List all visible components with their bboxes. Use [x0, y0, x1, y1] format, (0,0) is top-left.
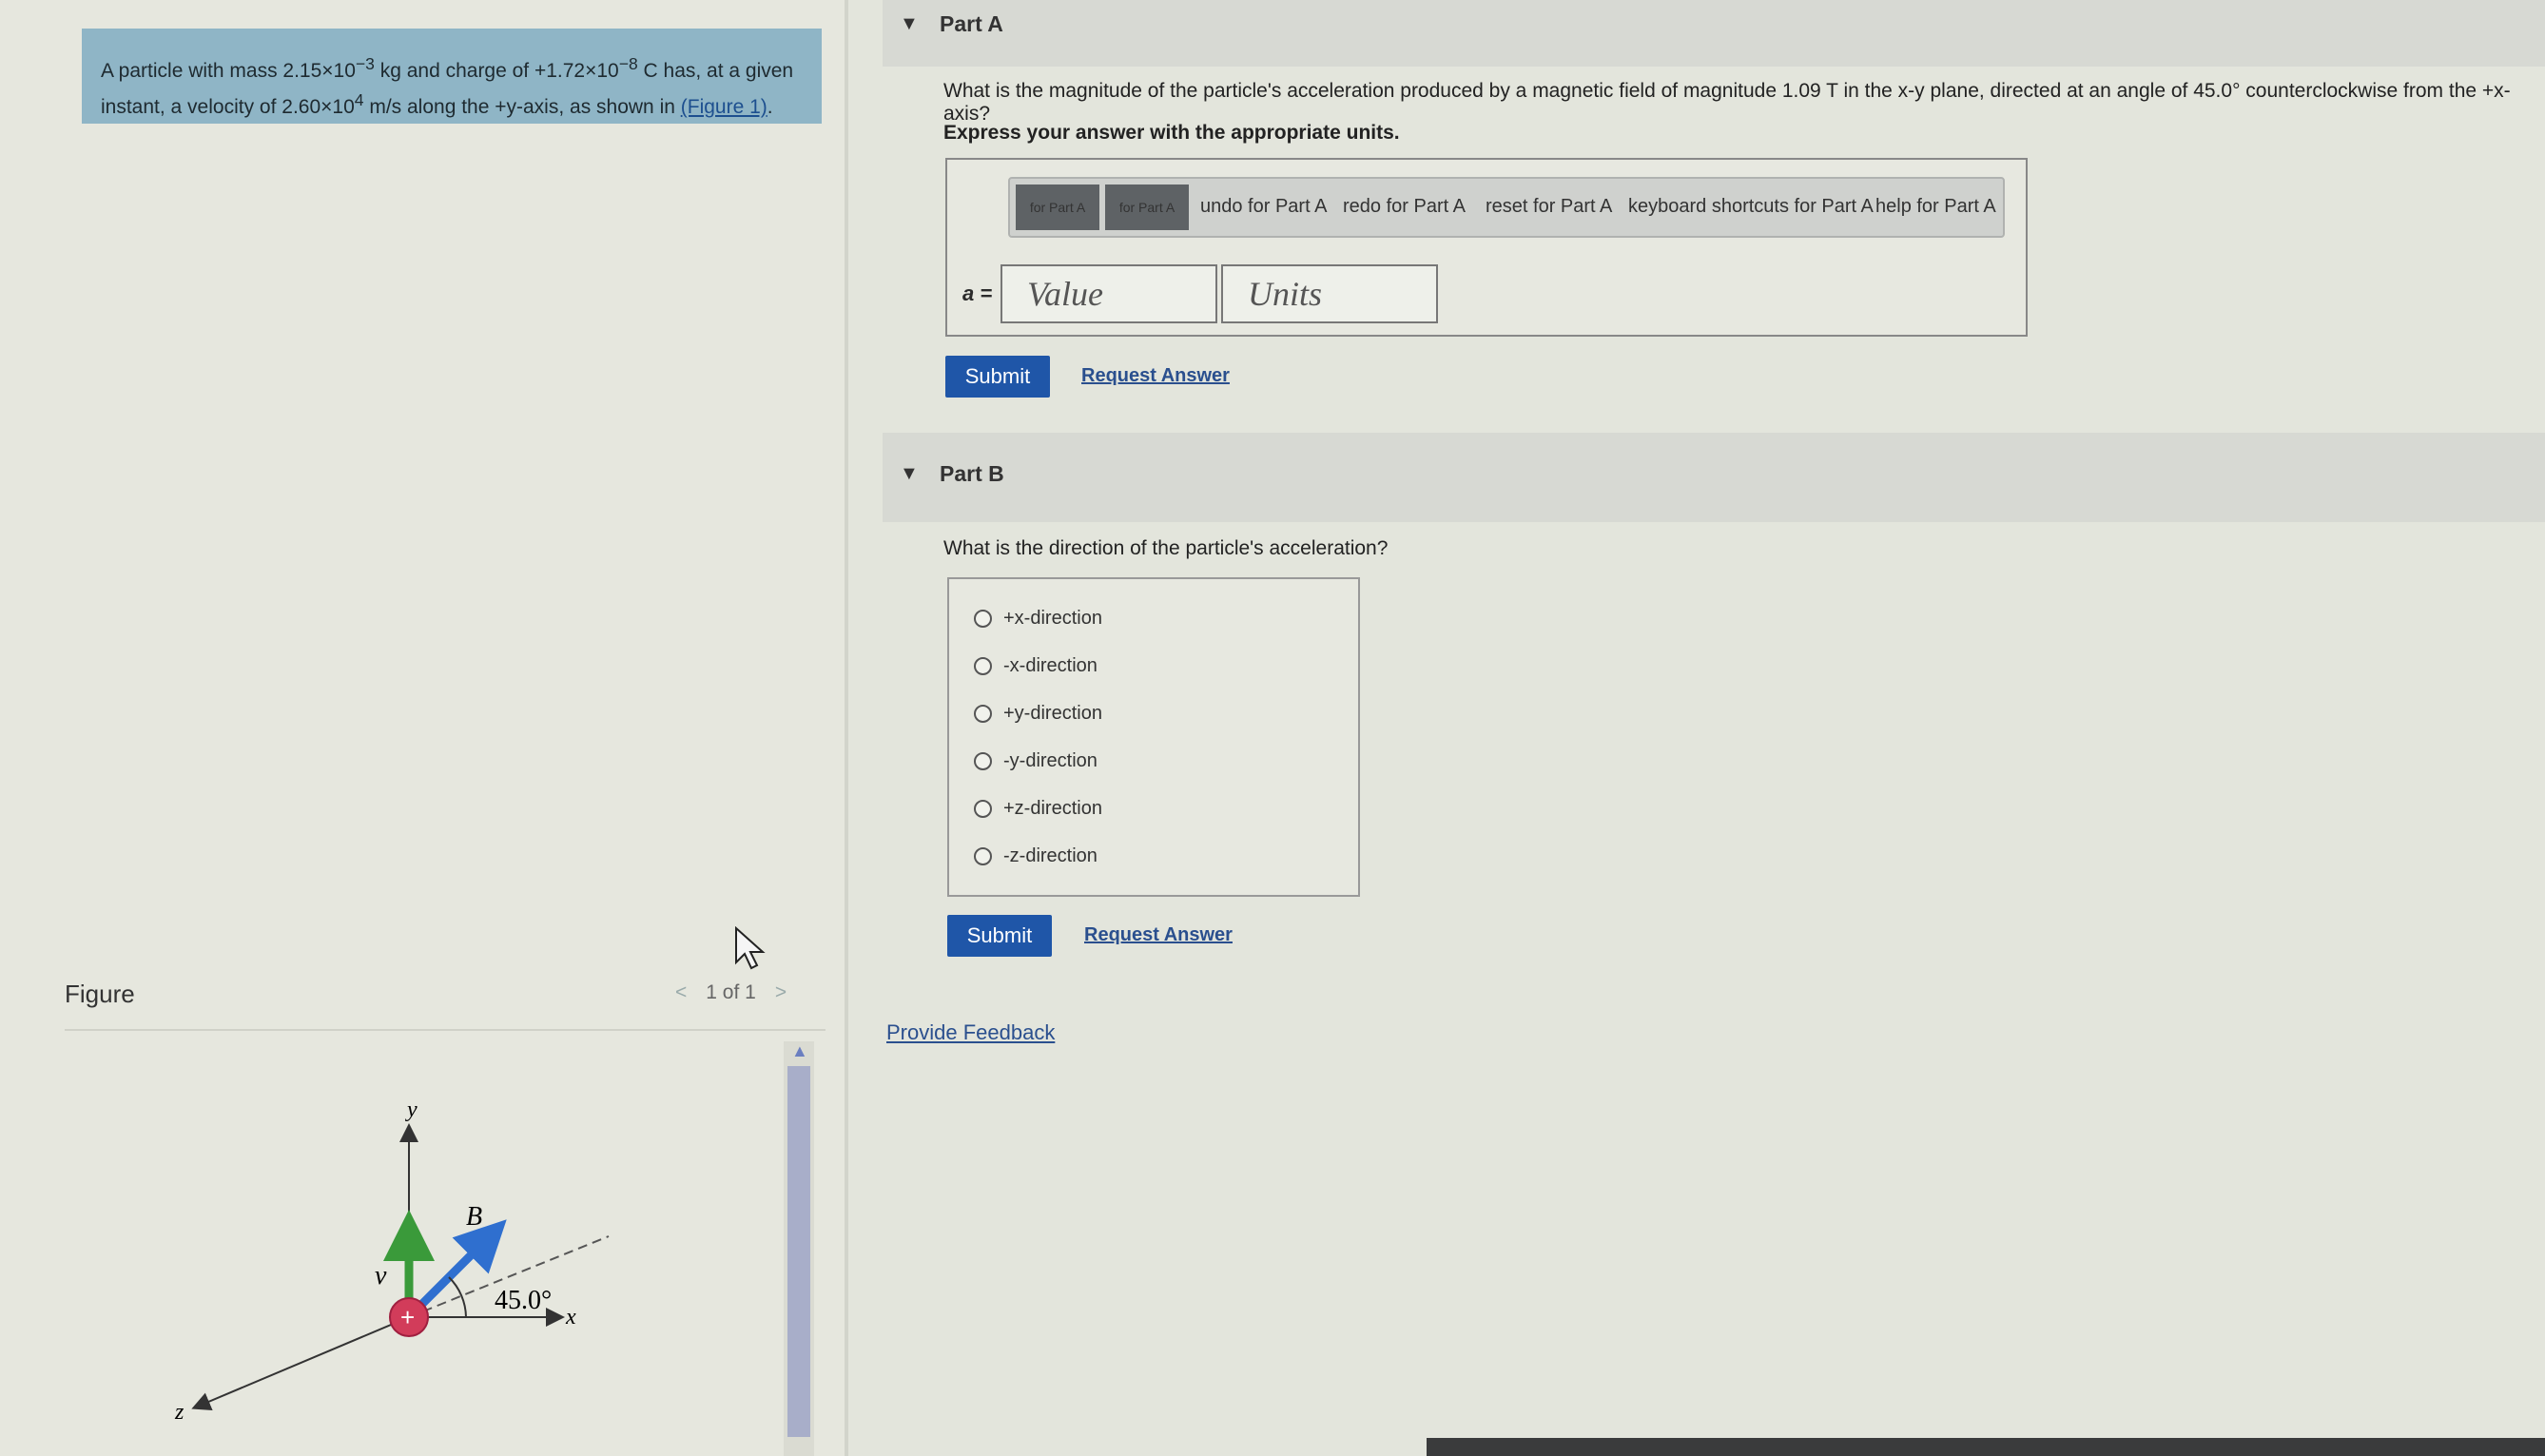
left-panel: A particle with mass 2.15×10−3 kg and ch…	[0, 0, 845, 1456]
z-axis	[191, 1316, 410, 1410]
prev-figure-button[interactable]: <	[675, 981, 687, 1003]
b-vector-label: B	[466, 1202, 482, 1232]
z-axis-label: z	[174, 1400, 185, 1425]
figure-pager: <1 of 1 >	[666, 981, 796, 1004]
velocity-exponent: 4	[354, 90, 364, 109]
part-a-answer-box: for Part A for Part A undo for Part A re…	[945, 158, 2028, 337]
angle-label: 45.0°	[495, 1286, 552, 1315]
template-button[interactable]: for Part A	[1016, 184, 1099, 230]
help-button[interactable]: help for Part A	[1875, 196, 1996, 218]
units-input[interactable]: Units	[1221, 264, 1438, 323]
part-b-submit-button[interactable]: Submit	[947, 915, 1052, 957]
caret-down-icon: ▼	[900, 13, 919, 34]
symbol-button[interactable]: for Part A	[1105, 184, 1189, 230]
scroll-thumb[interactable]	[787, 1066, 810, 1437]
option-minus-x[interactable]: -x-direction	[974, 655, 1098, 677]
option-label: -x-direction	[1003, 655, 1098, 676]
part-a-question: What is the magnitude of the particle's …	[943, 80, 2511, 125]
problem-text: .	[767, 96, 773, 118]
part-b-header[interactable]: ▼ Part B	[883, 433, 2545, 522]
v-vector-label: v	[375, 1261, 387, 1291]
part-b-question: What is the direction of the particle's …	[943, 537, 1389, 559]
figure-label: Figure	[65, 980, 135, 1008]
reset-button[interactable]: reset for Part A	[1486, 196, 1612, 218]
option-label: +x-direction	[1003, 608, 1102, 629]
part-a-submit-button[interactable]: Submit	[945, 356, 1050, 398]
radio-button[interactable]	[974, 800, 992, 819]
radio-button[interactable]	[974, 752, 992, 771]
mouse-cursor-icon	[735, 926, 766, 970]
keyboard-shortcuts-button[interactable]: keyboard shortcuts for Part A	[1628, 196, 1874, 218]
option-plus-z[interactable]: +z-direction	[974, 798, 1102, 820]
caret-down-icon: ▼	[900, 463, 919, 484]
option-label: -z-direction	[1003, 845, 1098, 866]
option-plus-y[interactable]: +y-direction	[974, 703, 1102, 725]
figure-link[interactable]: (Figure 1)	[681, 96, 767, 118]
next-figure-button[interactable]: >	[775, 981, 787, 1003]
option-label: -y-direction	[1003, 750, 1098, 771]
acceleration-label: a =	[962, 281, 993, 305]
option-minus-z[interactable]: -z-direction	[974, 845, 1098, 867]
radio-button[interactable]	[974, 705, 992, 724]
taskbar-edge	[1427, 1438, 2545, 1456]
problem-text: kg and charge of +1.72×10	[374, 60, 619, 82]
radio-button[interactable]	[974, 657, 992, 676]
x-axis-label: x	[565, 1305, 576, 1330]
part-b-title: Part B	[940, 461, 1004, 486]
option-minus-y[interactable]: -y-direction	[974, 750, 1098, 772]
problem-text: m/s along the +y-axis, as shown in	[363, 96, 681, 118]
part-a-header[interactable]: ▼ Part A	[883, 0, 2545, 67]
direction-options: +x-direction -x-direction +y-direction -…	[947, 577, 1360, 897]
problem-text: A particle with mass 2.15×10	[101, 60, 356, 82]
part-b-request-answer-link[interactable]: Request Answer	[1084, 924, 1233, 946]
radio-button[interactable]	[974, 610, 992, 629]
mass-exponent: −3	[355, 54, 375, 73]
particle-charge-sign: +	[400, 1303, 415, 1331]
right-panel: ▼ Part A What is the magnitude of the pa…	[848, 0, 2545, 1456]
redo-button[interactable]: redo for Part A	[1343, 196, 1466, 218]
scroll-up-icon[interactable]: ▲	[791, 1041, 808, 1061]
problem-statement: A particle with mass 2.15×10−3 kg and ch…	[82, 29, 822, 124]
figure-divider	[65, 1029, 826, 1031]
part-a-request-answer-link[interactable]: Request Answer	[1081, 365, 1230, 387]
part-a-instruction: Express your answer with the appropriate…	[943, 122, 1400, 144]
option-label: +z-direction	[1003, 798, 1102, 819]
provide-feedback-link[interactable]: Provide Feedback	[886, 1020, 1055, 1045]
figure-diagram: + x y z B v 45.0°	[174, 1097, 610, 1425]
y-axis-label: y	[405, 1097, 418, 1122]
part-a-title: Part A	[940, 11, 1003, 36]
pager-count: 1 of 1	[706, 981, 756, 1003]
charge-exponent: −8	[618, 54, 638, 73]
option-plus-x[interactable]: +x-direction	[974, 608, 1102, 630]
equation-toolbar: for Part A for Part A undo for Part A re…	[1008, 177, 2005, 238]
option-label: +y-direction	[1003, 703, 1102, 724]
value-input[interactable]: Value	[1001, 264, 1217, 323]
radio-button[interactable]	[974, 847, 992, 866]
undo-button[interactable]: undo for Part A	[1200, 196, 1327, 218]
figure-scrollbar[interactable]: ▲	[784, 1041, 814, 1456]
